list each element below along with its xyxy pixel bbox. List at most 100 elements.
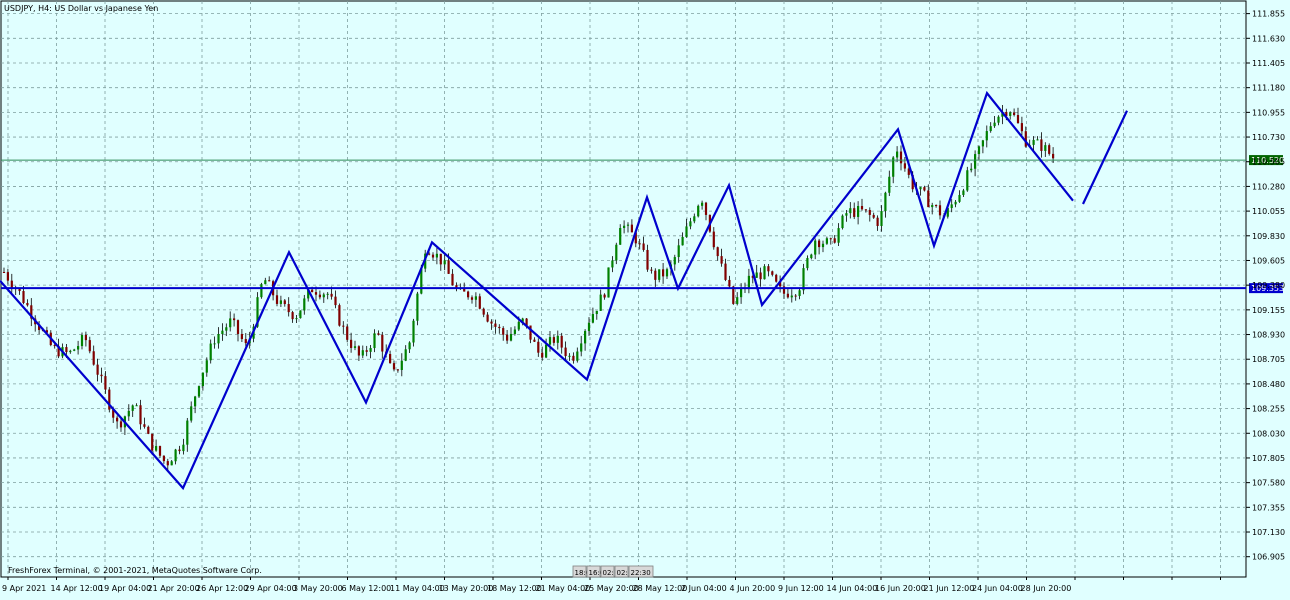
bull-candle bbox=[849, 208, 852, 214]
bull-candle bbox=[755, 272, 758, 278]
bear-candle bbox=[96, 364, 99, 375]
bear-candle bbox=[283, 300, 286, 305]
projection-line[interactable] bbox=[1082, 110, 1128, 205]
bull-candle bbox=[513, 329, 516, 334]
price-tick-label: 108.480 bbox=[1252, 380, 1285, 389]
bull-candle bbox=[970, 168, 973, 171]
price-tick-label: 109.830 bbox=[1252, 232, 1285, 241]
bear-candle bbox=[794, 295, 797, 297]
bear-candle bbox=[451, 273, 454, 286]
bull-candle bbox=[474, 296, 477, 300]
bear-candle bbox=[829, 238, 832, 240]
bear-candle bbox=[654, 270, 657, 280]
bear-candle bbox=[552, 337, 555, 343]
bull-candle bbox=[810, 254, 813, 259]
bull-candle bbox=[681, 236, 684, 246]
bear-candle bbox=[311, 289, 314, 293]
bear-candle bbox=[396, 369, 399, 371]
bull-candle bbox=[194, 396, 197, 407]
bear-candle bbox=[560, 335, 563, 348]
bull-candle bbox=[221, 330, 224, 335]
bear-candle bbox=[603, 294, 606, 298]
time-tick-label: 19 Apr 04:00 bbox=[99, 584, 151, 593]
bear-candle bbox=[642, 243, 645, 250]
bull-candle bbox=[322, 294, 325, 298]
bear-candle bbox=[1052, 153, 1055, 159]
price-tick-label: 109.380 bbox=[1252, 281, 1285, 290]
zigzag-line[interactable] bbox=[0, 90, 1074, 491]
price-tick-label: 108.030 bbox=[1252, 429, 1285, 438]
price-tick-label: 109.605 bbox=[1252, 256, 1285, 265]
bull-candle bbox=[209, 343, 212, 361]
bear-candle bbox=[338, 305, 341, 326]
bull-candle bbox=[568, 355, 571, 357]
price-chart[interactable]: 110.520109.353 111.855111.630111.405111.… bbox=[0, 0, 1290, 596]
bear-candle bbox=[923, 187, 926, 191]
bear-candle bbox=[482, 308, 485, 315]
bull-candle bbox=[884, 192, 887, 212]
bear-candle bbox=[470, 297, 474, 300]
time-tick-label: 21 Apr 20:00 bbox=[148, 584, 200, 593]
bear-candle bbox=[392, 363, 396, 370]
bear-candle bbox=[724, 263, 727, 280]
bull-candle bbox=[896, 151, 899, 158]
bear-candle bbox=[447, 260, 450, 274]
bull-candle bbox=[576, 351, 579, 361]
price-tick-label: 110.955 bbox=[1252, 108, 1285, 117]
scrollbar-labels[interactable]: 18:016:002: 02: 22:30 bbox=[572, 565, 654, 578]
bull-candle bbox=[1009, 112, 1012, 116]
bull-candle bbox=[966, 170, 969, 191]
bull-candle bbox=[80, 334, 84, 347]
bull-candle bbox=[135, 405, 138, 407]
bull-candle bbox=[837, 228, 840, 243]
bull-candle bbox=[517, 321, 520, 330]
bear-candle bbox=[291, 312, 294, 320]
bull-candle bbox=[821, 243, 825, 248]
bear-candle bbox=[1048, 145, 1051, 154]
bear-candle bbox=[22, 291, 25, 303]
bull-candle bbox=[954, 201, 957, 205]
bear-candle bbox=[26, 302, 29, 306]
bull-candle bbox=[888, 176, 891, 193]
bear-candle bbox=[65, 347, 68, 353]
bull-candle bbox=[845, 213, 848, 216]
bull-candle bbox=[701, 202, 704, 206]
bull-candle bbox=[213, 343, 216, 345]
bear-candle bbox=[84, 334, 87, 341]
bear-candle bbox=[903, 163, 906, 169]
bull-candle bbox=[361, 350, 364, 356]
bull-candle bbox=[155, 446, 158, 451]
bull-candle bbox=[919, 187, 922, 190]
bull-candle bbox=[373, 333, 376, 349]
bull-candle bbox=[174, 449, 177, 462]
bear-candle bbox=[506, 334, 509, 341]
price-tick-label: 111.630 bbox=[1252, 34, 1285, 43]
bull-candle bbox=[595, 310, 598, 315]
bear-candle bbox=[646, 249, 649, 270]
bull-candle bbox=[584, 330, 587, 344]
bull-candle bbox=[798, 290, 801, 296]
bear-candle bbox=[439, 253, 442, 265]
bull-candle bbox=[607, 267, 610, 298]
bull-candle bbox=[611, 260, 614, 268]
bull-candle bbox=[127, 410, 130, 417]
bear-candle bbox=[275, 295, 279, 304]
chart-window[interactable]: 110.520 109.353 111.855 111.630 111.405 111.… bbox=[0, 0, 1290, 596]
bear-candle bbox=[1020, 123, 1023, 132]
time-tick-label: 26 Apr 12:00 bbox=[196, 584, 248, 593]
time-tick-label: 9 Apr 2021 bbox=[2, 584, 46, 593]
time-tick-label: 28 May 12:00 bbox=[633, 584, 688, 593]
bull-candle bbox=[677, 245, 680, 258]
time-tick-label: 2 Jun 04:00 bbox=[681, 584, 727, 593]
time-tick-label: 16 Jun 20:00 bbox=[875, 584, 926, 593]
bear-candle bbox=[6, 272, 9, 281]
bear-candle bbox=[334, 296, 337, 306]
bear-candle bbox=[147, 426, 150, 434]
bull-candle bbox=[279, 300, 282, 304]
bear-candle bbox=[786, 293, 789, 298]
bear-candle bbox=[533, 339, 536, 342]
bull-candle bbox=[626, 224, 630, 226]
bear-candle bbox=[240, 333, 243, 340]
bull-candle bbox=[404, 349, 407, 361]
bear-candle bbox=[486, 314, 489, 322]
